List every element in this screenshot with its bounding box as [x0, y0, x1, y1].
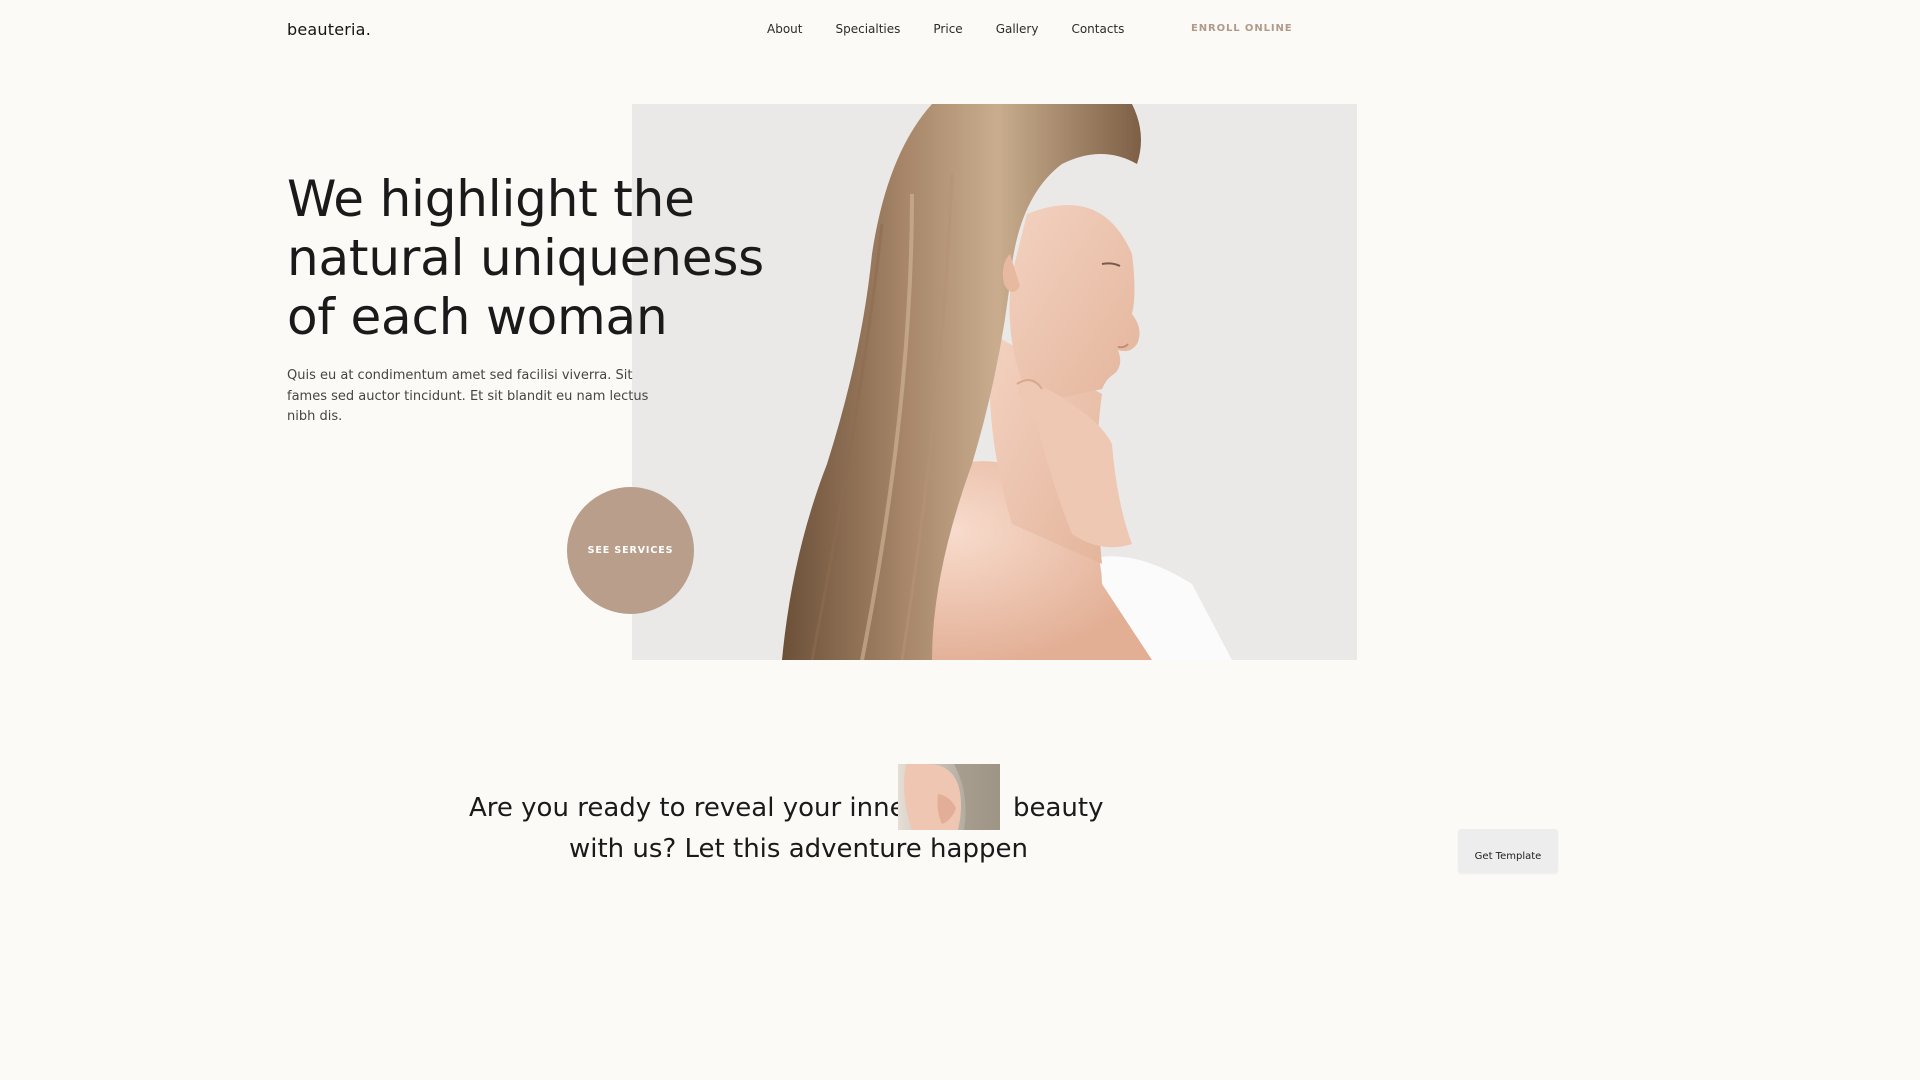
main-nav: About Specialties Price Gallery Contacts — [767, 22, 1124, 36]
enroll-online-link[interactable]: ENROLL ONLINE — [1191, 23, 1293, 34]
nav-item-specialties[interactable]: Specialties — [835, 22, 900, 36]
tagline-line-2: with us? Let this adventure happen — [569, 834, 1028, 864]
hero-subtitle: Quis eu at condimentum amet sed facilisi… — [287, 368, 649, 424]
tagline-thumbnail-image — [898, 764, 1000, 830]
tagline-part-2: beauty — [1013, 793, 1104, 823]
see-services-button[interactable]: SEE SERVICES — [567, 487, 694, 614]
hero-title: We highlight the natural uniqueness of e… — [287, 170, 765, 346]
nav-item-price[interactable]: Price — [933, 22, 962, 36]
nav-item-contacts[interactable]: Contacts — [1071, 22, 1124, 36]
get-template-button[interactable]: Get Template — [1458, 829, 1558, 873]
nav-item-about[interactable]: About — [767, 22, 802, 36]
tagline-part-1: Are you ready to reveal your inner — [469, 793, 917, 823]
page: beauteria. About Specialties Price Galle… — [0, 0, 1568, 882]
logo[interactable]: beauteria. — [287, 20, 371, 39]
nav-item-gallery[interactable]: Gallery — [996, 22, 1039, 36]
